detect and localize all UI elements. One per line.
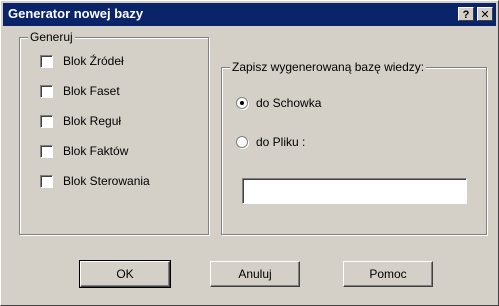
radio-label[interactable]: do Pliku : (256, 135, 305, 149)
radio-button[interactable] (236, 97, 248, 109)
radio-label[interactable]: do Schowka (256, 96, 321, 110)
checkbox-box[interactable] (40, 84, 53, 98)
help-title-button[interactable]: ? (458, 7, 474, 21)
checkbox-label[interactable]: Blok Reguł (63, 114, 121, 128)
save-groupbox: Zapisz wygenerowaną bazę wiedzy: do Scho… (221, 60, 487, 235)
generate-group-legend: Generuj (28, 30, 75, 44)
save-group-legend: Zapisz wygenerowaną bazę wiedzy: (230, 60, 427, 74)
file-path-input[interactable] (242, 178, 467, 204)
close-button[interactable]: ✕ (477, 7, 493, 21)
checkbox-blok-sterowania[interactable]: Blok Sterowania (40, 173, 150, 189)
title-bar[interactable]: Generator nowej bazy ? ✕ (3, 3, 496, 26)
radio-do-pliku[interactable]: do Pliku : (236, 134, 305, 150)
checkbox-blok-faktow[interactable]: Blok Faktów (40, 143, 128, 159)
dialog-window: Generator nowej bazy ? ✕ Generuj Blok Źr… (0, 0, 499, 306)
checkbox-blok-zrodel[interactable]: Blok Źródeł (40, 53, 124, 69)
help-button[interactable]: Pomoc (343, 261, 433, 287)
radio-do-schowka[interactable]: do Schowka (236, 95, 321, 111)
radio-button[interactable] (236, 136, 248, 148)
ok-button[interactable]: OK (79, 260, 171, 288)
checkbox-label[interactable]: Blok Sterowania (63, 174, 150, 188)
cancel-button[interactable]: Anuluj (210, 261, 300, 287)
generate-groupbox: Generuj Blok Źródeł Blok Faset Blok Regu… (19, 30, 209, 235)
checkbox-label[interactable]: Blok Faset (63, 84, 120, 98)
cancel-button-label: Anuluj (238, 267, 272, 281)
checkbox-box[interactable] (40, 174, 53, 188)
help-button-label: Pomoc (369, 267, 407, 281)
window-title: Generator nowej bazy (8, 6, 144, 21)
checkbox-box[interactable] (40, 144, 53, 158)
checkbox-box[interactable] (40, 114, 53, 128)
checkbox-label[interactable]: Blok Faktów (63, 144, 128, 158)
checkbox-box[interactable] (40, 54, 53, 68)
checkbox-blok-regul[interactable]: Blok Reguł (40, 113, 121, 129)
ok-button-label: OK (116, 267, 134, 281)
checkbox-label[interactable]: Blok Źródeł (63, 54, 124, 68)
checkbox-blok-faset[interactable]: Blok Faset (40, 83, 120, 99)
